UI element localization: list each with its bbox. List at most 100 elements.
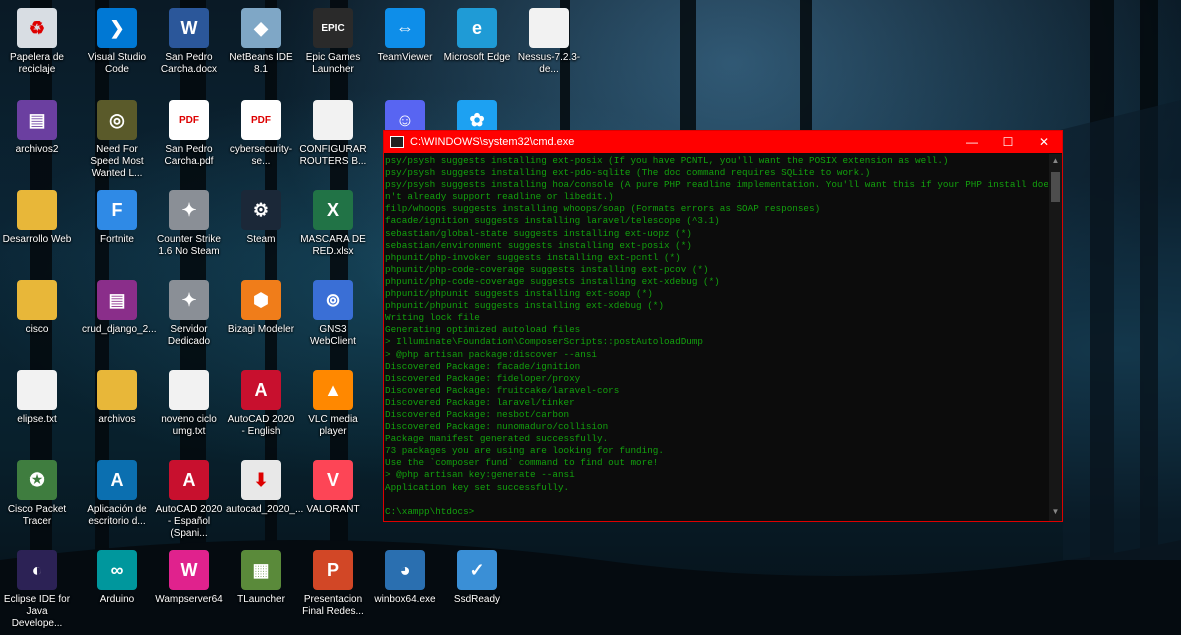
desktop-icon[interactable]: e Microsoft Edge (442, 8, 512, 64)
desktop-icon[interactable]: ⇔ TeamViewer (370, 8, 440, 64)
desktop-icon[interactable]: ▲ VLC media player (298, 370, 368, 438)
winrar-icon: ▤ (97, 280, 137, 320)
winbox-icon: ◕ (385, 550, 425, 590)
epic-games-icon: EPIC (313, 8, 353, 48)
desktop-icon-label: GNS3 WebClient (310, 324, 356, 347)
desktop-icon[interactable]: ✦ Servidor Dedicado (154, 280, 224, 348)
desktop-icon-label: Need For Speed Most Wanted L... (90, 144, 144, 179)
desktop-icon-label: TLauncher (237, 594, 285, 605)
desktop-icon[interactable]: EPIC Epic Games Launcher (298, 8, 368, 76)
maximize-button[interactable]: ☐ (990, 135, 1026, 149)
desktop-icon[interactable]: A Aplicación de escritorio d... (82, 460, 152, 528)
vlc-icon: ▲ (313, 370, 353, 410)
desktop-icon[interactable]: ❯ Visual Studio Code (82, 8, 152, 76)
console-output[interactable]: psy/psysh suggests installing ext-posix … (385, 154, 1048, 521)
teamviewer-icon: ⇔ (385, 8, 425, 48)
console-line: Application key set successfully. (385, 481, 570, 493)
text-file-icon (17, 370, 57, 410)
desktop-icon-label: Fortnite (100, 234, 134, 245)
desktop-icon[interactable]: ✦ Counter Strike 1.6 No Steam (154, 190, 224, 258)
console-line: Writing lock file (385, 312, 480, 324)
file-icon (529, 8, 569, 48)
desktop-icon-label: SsdReady (453, 594, 501, 605)
console-line: sebastian/environment suggests installin… (385, 239, 692, 251)
desktop-icon-label: NetBeans IDE 8.1 (229, 52, 293, 75)
cmd-icon (390, 136, 404, 148)
desktop-icon[interactable]: ▦ TLauncher (226, 550, 296, 606)
desktop-icon[interactable]: CONFIGURAR ROUTERS B... (298, 100, 368, 168)
desktop-icon[interactable]: V VALORANT (298, 460, 368, 516)
console-line: phpunit/php-code-coverage suggests insta… (385, 263, 709, 275)
console-line: filp/whoops suggests installing whoops/s… (385, 203, 821, 215)
console-line: facade/ignition suggests installing lara… (385, 215, 720, 227)
steam-icon: ⚙ (241, 190, 281, 230)
desktop-icon[interactable]: ◐ Eclipse IDE for Java Develope... (2, 550, 72, 630)
desktop-icon[interactable]: ◆ NetBeans IDE 8.1 (226, 8, 296, 76)
desktop-icon[interactable]: W Wampserver64 (154, 550, 224, 606)
cmd-title-bar[interactable]: C:\WINDOWS\system32\cmd.exe — ☐ ✕ (384, 131, 1062, 153)
desktop-icon[interactable]: ✓ SsdReady (442, 550, 512, 606)
desktop-icon[interactable]: P Presentacion Final Redes... (298, 550, 368, 618)
excel-icon: X (313, 190, 353, 230)
cmd-window[interactable]: C:\WINDOWS\system32\cmd.exe — ☐ ✕ psy/ps… (383, 130, 1063, 522)
console-line: 73 packages you are using are looking fo… (385, 445, 664, 457)
scroll-up-arrow-icon[interactable]: ▲ (1049, 156, 1062, 168)
console-line: Discovered Package: fruitcake/laravel-co… (385, 384, 620, 396)
desktop-icon-label: San Pedro Carcha.pdf (164, 144, 214, 167)
desktop-icon[interactable]: PDF cybersecurity-se... (226, 100, 296, 168)
console-line: Discovered Package: fideloper/proxy (385, 372, 581, 384)
desktop-icon[interactable]: ✪ Cisco Packet Tracer (2, 460, 72, 528)
desktop-icon-label: crud_django_2... (82, 324, 157, 335)
console-line: Discovered Package: laravel/tinker (385, 396, 575, 408)
scrollbar[interactable]: ▲ ▼ (1049, 154, 1062, 521)
desktop-icon[interactable]: ▤ crud_django_2... (82, 280, 157, 336)
desktop-icon[interactable]: F Fortnite (82, 190, 152, 246)
desktop-icon[interactable]: X MASCARA DE RED.xlsx (298, 190, 368, 258)
desktop-icon-label: VLC media player (308, 414, 358, 437)
desktop-icon-label: Microsoft Edge (443, 52, 511, 63)
scroll-thumb[interactable] (1051, 172, 1060, 202)
desktop-icon[interactable]: ◕ winbox64.exe (370, 550, 440, 606)
desktop-icon[interactable]: A AutoCAD 2020 - Español (Spani... (154, 460, 224, 540)
bizagi-icon: ⬢ (241, 280, 281, 320)
vscode-icon: ❯ (97, 8, 137, 48)
desktop-icon[interactable]: elipse.txt (2, 370, 72, 426)
download-icon: ⬇ (241, 460, 281, 500)
file-icon (313, 100, 353, 140)
recycle-bin-icon: ♻ (17, 8, 57, 48)
desktop-icon-label: Nessus-7.2.3-de... (517, 52, 581, 75)
close-button[interactable]: ✕ (1026, 135, 1062, 149)
desktop-icon-label: cybersecurity-se... (229, 144, 293, 167)
desktop-icon[interactable]: ∞ Arduino (82, 550, 152, 606)
console-line: Generating optimized autoload files (385, 324, 581, 336)
desktop-icon[interactable]: A AutoCAD 2020 - English (226, 370, 296, 438)
console-line: > @php artisan key:generate --ansi (385, 469, 575, 481)
desktop-icon[interactable]: archivos (82, 370, 152, 426)
desktop-icon[interactable]: ⬢ Bizagi Modeler (226, 280, 296, 336)
desktop-icon[interactable]: W San Pedro Carcha.docx (154, 8, 224, 76)
desktop-icon[interactable]: ▤ archivos2 (2, 100, 72, 156)
console-line: psy/psysh suggests installing ext-pdo-sq… (385, 167, 871, 179)
desktop-icon[interactable]: ◎ Need For Speed Most Wanted L... (82, 100, 152, 180)
desktop-icon[interactable]: ⚙ Steam (226, 190, 296, 246)
desktop-icon[interactable]: Nessus-7.2.3-de... (514, 8, 584, 76)
console-line: psy/psysh suggests installing hoa/consol… (385, 179, 1048, 191)
desktop-icon[interactable]: PDF San Pedro Carcha.pdf (154, 100, 224, 168)
desktop-icon[interactable]: ♻ Papelera de reciclaje (2, 8, 72, 76)
desktop-icon[interactable]: ⬇ autocad_2020_... (226, 460, 303, 516)
pdf-icon: PDF (241, 100, 281, 140)
console-line: Discovered Package: nesbot/carbon (385, 408, 570, 420)
desktop-icon-label: noveno ciclo umg.txt (161, 414, 217, 437)
desktop-icon[interactable]: ⊚ GNS3 WebClient (298, 280, 368, 348)
desktop-icon[interactable]: noveno ciclo umg.txt (154, 370, 224, 438)
desktop-icon-label: San Pedro Carcha.docx (160, 52, 218, 75)
desktop-icon-label: archivos (98, 414, 136, 425)
desktop-icon-label: CONFIGURAR ROUTERS B... (299, 144, 367, 167)
packet-tracer-icon: ✪ (17, 460, 57, 500)
scroll-down-arrow-icon[interactable]: ▼ (1049, 507, 1062, 519)
desktop-icon[interactable]: Desarrollo Web (2, 190, 72, 246)
autocad-icon: A (169, 460, 209, 500)
minimize-button[interactable]: — (954, 135, 990, 149)
desktop-icon[interactable]: cisco (2, 280, 72, 336)
desktop-icon-label: Desarrollo Web (2, 234, 72, 245)
